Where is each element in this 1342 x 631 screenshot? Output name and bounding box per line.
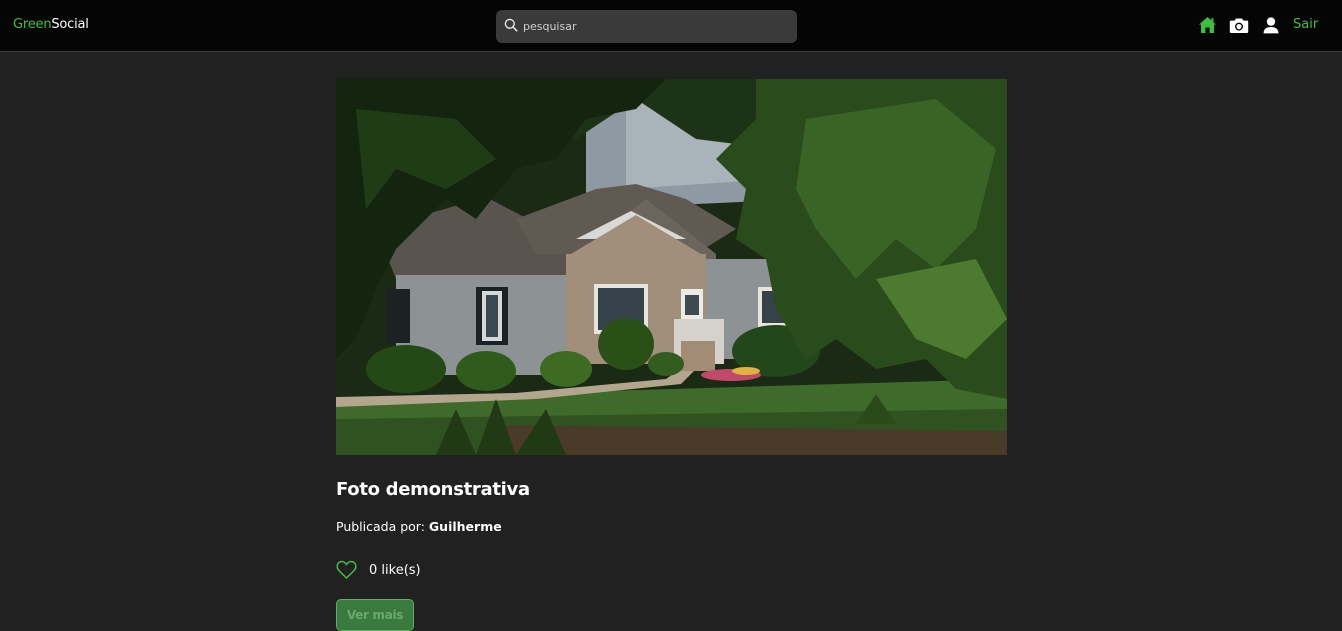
brand-logo[interactable]: GreenSocial	[13, 17, 89, 32]
likes-row: 0 like(s)	[336, 560, 421, 580]
post-card: Foto demonstrativa Publicada por: Guilhe…	[336, 79, 1007, 631]
brand-white-text: Social	[51, 17, 89, 32]
post-title: Foto demonstrativa	[336, 479, 530, 500]
post-author[interactable]: Guilherme	[429, 519, 502, 534]
heart-icon[interactable]	[336, 560, 357, 580]
top-navbar: GreenSocial Sair	[0, 0, 1342, 52]
post-photo	[336, 79, 1007, 455]
search-icon	[504, 18, 518, 32]
published-by-label: Publicada por:	[336, 519, 425, 534]
camera-icon[interactable]	[1228, 14, 1250, 36]
brand-green-text: Green	[13, 17, 52, 32]
likes-count: 0 like(s)	[369, 562, 421, 578]
logout-link[interactable]: Sair	[1293, 17, 1318, 32]
post-author-line: Publicada por: Guilherme	[336, 519, 502, 534]
user-icon[interactable]	[1260, 14, 1282, 36]
search-box	[496, 10, 797, 43]
view-more-button[interactable]: Ver mais	[336, 599, 414, 631]
search-input[interactable]	[523, 10, 789, 43]
home-icon[interactable]	[1196, 14, 1218, 36]
